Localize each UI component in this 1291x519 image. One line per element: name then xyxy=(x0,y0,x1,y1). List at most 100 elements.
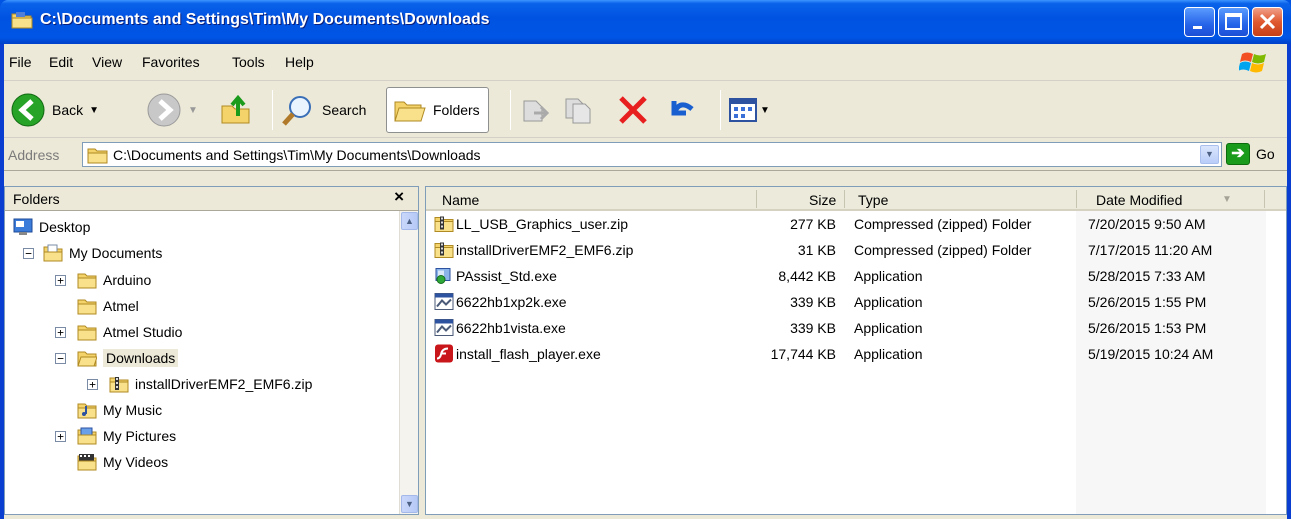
back-arrow-icon xyxy=(11,93,45,127)
tree-item-label: Downloads xyxy=(103,349,179,367)
tree-item-desktop[interactable]: Desktop xyxy=(13,214,90,240)
window-body: File Edit View Favorites Tools Help Back… xyxy=(4,44,1287,519)
folder-tree-scrollbar[interactable]: ▲ ▼ xyxy=(399,211,418,514)
tree-item-my-videos[interactable]: My Videos xyxy=(77,449,168,475)
address-value[interactable]: C:\Documents and Settings\Tim\My Documen… xyxy=(113,147,481,163)
file-row[interactable]: 6622hb1xp2k.exe 339 KB Application 5/26/… xyxy=(426,289,1266,315)
move-to-button[interactable] xyxy=(518,87,552,133)
tree-item-label: Atmel xyxy=(103,298,139,314)
copy-to-button[interactable] xyxy=(562,87,596,133)
close-pane-icon[interactable]: × xyxy=(394,187,404,207)
explorer-window: C:\Documents and Settings\Tim\My Documen… xyxy=(0,0,1291,519)
scroll-up-icon[interactable]: ▲ xyxy=(401,212,418,230)
expand-toggle[interactable]: + xyxy=(55,327,66,338)
file-type: Application xyxy=(854,294,923,310)
folders-button[interactable]: Folders xyxy=(386,87,489,133)
menu-help[interactable]: Help xyxy=(285,54,314,70)
views-button[interactable]: ▼ xyxy=(728,87,770,133)
file-list-view: Name Size Type Date Modified ▼ LL_USB_Gr… xyxy=(425,186,1287,515)
column-divider[interactable] xyxy=(1076,190,1077,208)
back-dropdown-icon[interactable]: ▼ xyxy=(89,105,99,116)
my-pictures-icon xyxy=(77,427,97,445)
delete-button[interactable] xyxy=(616,87,650,133)
title-bar[interactable]: C:\Documents and Settings\Tim\My Documen… xyxy=(0,0,1291,44)
search-button[interactable]: Search xyxy=(280,87,366,133)
column-header-name[interactable]: Name xyxy=(442,192,479,208)
tree-item-downloads[interactable]: Downloads xyxy=(77,345,179,371)
go-button[interactable]: ➔ Go xyxy=(1226,143,1275,165)
tree-item-atmel[interactable]: Atmel xyxy=(77,293,139,319)
copy-to-icon xyxy=(565,98,591,124)
tree-item-installdriver-zip[interactable]: installDriverEMF2_EMF6.zip xyxy=(109,371,312,397)
file-name: installDriverEMF2_EMF6.zip xyxy=(456,241,634,258)
tree-item-my-music[interactable]: My Music xyxy=(77,397,162,423)
forward-button[interactable]: ▼ xyxy=(146,87,198,133)
go-arrow-icon: ➔ xyxy=(1226,143,1250,165)
file-row[interactable]: PAssist_Std.exe 8,442 KB Application 5/2… xyxy=(426,263,1266,289)
close-button[interactable] xyxy=(1252,7,1283,37)
expand-toggle[interactable]: + xyxy=(55,275,66,286)
search-icon xyxy=(282,96,311,126)
file-date: 5/19/2015 10:24 AM xyxy=(1088,346,1214,362)
my-videos-icon xyxy=(77,454,97,471)
views-dropdown-icon[interactable]: ▼ xyxy=(760,105,770,116)
expand-toggle[interactable]: + xyxy=(87,379,98,390)
menu-file[interactable]: File xyxy=(9,54,32,70)
menu-edit[interactable]: Edit xyxy=(49,54,73,70)
back-button[interactable]: Back ▼ xyxy=(10,87,99,133)
menu-bar: File Edit View Favorites Tools Help xyxy=(4,44,1287,81)
column-divider[interactable] xyxy=(844,190,845,208)
folders-pane: Folders × Desktop − My Documents + Ardui… xyxy=(4,186,419,515)
windows-logo-icon xyxy=(1239,52,1266,73)
expand-toggle[interactable]: + xyxy=(55,431,66,442)
collapse-toggle[interactable]: − xyxy=(23,248,34,259)
address-dropdown-icon[interactable]: ▼ xyxy=(1200,145,1219,164)
collapse-toggle[interactable]: − xyxy=(55,353,66,364)
up-folder-button[interactable] xyxy=(218,87,254,133)
file-row[interactable]: install_flash_player.exe 17,744 KB Appli… xyxy=(426,341,1266,367)
zip-folder-icon xyxy=(434,216,454,232)
file-type: Application xyxy=(854,320,923,336)
folder-icon xyxy=(77,299,97,315)
back-label: Back xyxy=(52,102,84,118)
forward-dropdown-icon[interactable]: ▼ xyxy=(188,105,198,116)
tree-item-arduino[interactable]: Arduino xyxy=(77,267,151,293)
address-field[interactable]: C:\Documents and Settings\Tim\My Documen… xyxy=(82,142,1222,167)
my-documents-icon xyxy=(43,244,63,262)
minimize-button[interactable] xyxy=(1184,7,1215,37)
toolbar-separator xyxy=(510,90,511,130)
menu-tools[interactable]: Tools xyxy=(232,54,265,70)
file-date: 5/26/2015 1:53 PM xyxy=(1088,320,1207,336)
maximize-button[interactable] xyxy=(1218,7,1249,37)
toolbar-separator xyxy=(272,90,273,130)
file-row[interactable]: installDriverEMF2_EMF6.zip 31 KB Compres… xyxy=(426,237,1266,263)
forward-arrow-icon xyxy=(147,93,181,127)
menu-view[interactable]: View xyxy=(92,54,122,70)
folders-pane-title: Folders xyxy=(13,191,60,207)
file-type: Application xyxy=(854,346,923,362)
folder-icon xyxy=(77,325,97,341)
folder-icon xyxy=(87,148,108,164)
column-header-date[interactable]: Date Modified xyxy=(1096,192,1182,208)
undo-icon xyxy=(671,101,694,116)
column-divider[interactable] xyxy=(1264,190,1265,208)
column-header-size[interactable]: Size xyxy=(809,192,836,208)
scroll-down-icon[interactable]: ▼ xyxy=(401,495,418,513)
file-row[interactable]: LL_USB_Graphics_user.zip 277 KB Compress… xyxy=(426,211,1266,237)
zip-folder-icon xyxy=(434,242,454,258)
zip-folder-icon xyxy=(109,377,129,393)
undo-button[interactable] xyxy=(664,87,698,133)
maximize-icon xyxy=(1225,13,1242,30)
file-row[interactable]: 6622hb1vista.exe 339 KB Application 5/26… xyxy=(426,315,1266,341)
toolbar-separator xyxy=(720,90,721,130)
column-divider[interactable] xyxy=(756,190,757,208)
file-type: Application xyxy=(854,268,923,284)
menu-favorites[interactable]: Favorites xyxy=(142,54,200,70)
folders-pane-header: Folders × xyxy=(5,187,418,211)
column-header-type[interactable]: Type xyxy=(858,192,888,208)
folder-tree: Desktop − My Documents + Arduino Atmel +… xyxy=(5,211,398,514)
tree-item-my-pictures[interactable]: My Pictures xyxy=(77,423,176,449)
tree-item-atmel-studio[interactable]: Atmel Studio xyxy=(77,319,182,345)
flash-icon xyxy=(435,344,453,363)
tree-item-my-documents[interactable]: My Documents xyxy=(43,240,162,266)
